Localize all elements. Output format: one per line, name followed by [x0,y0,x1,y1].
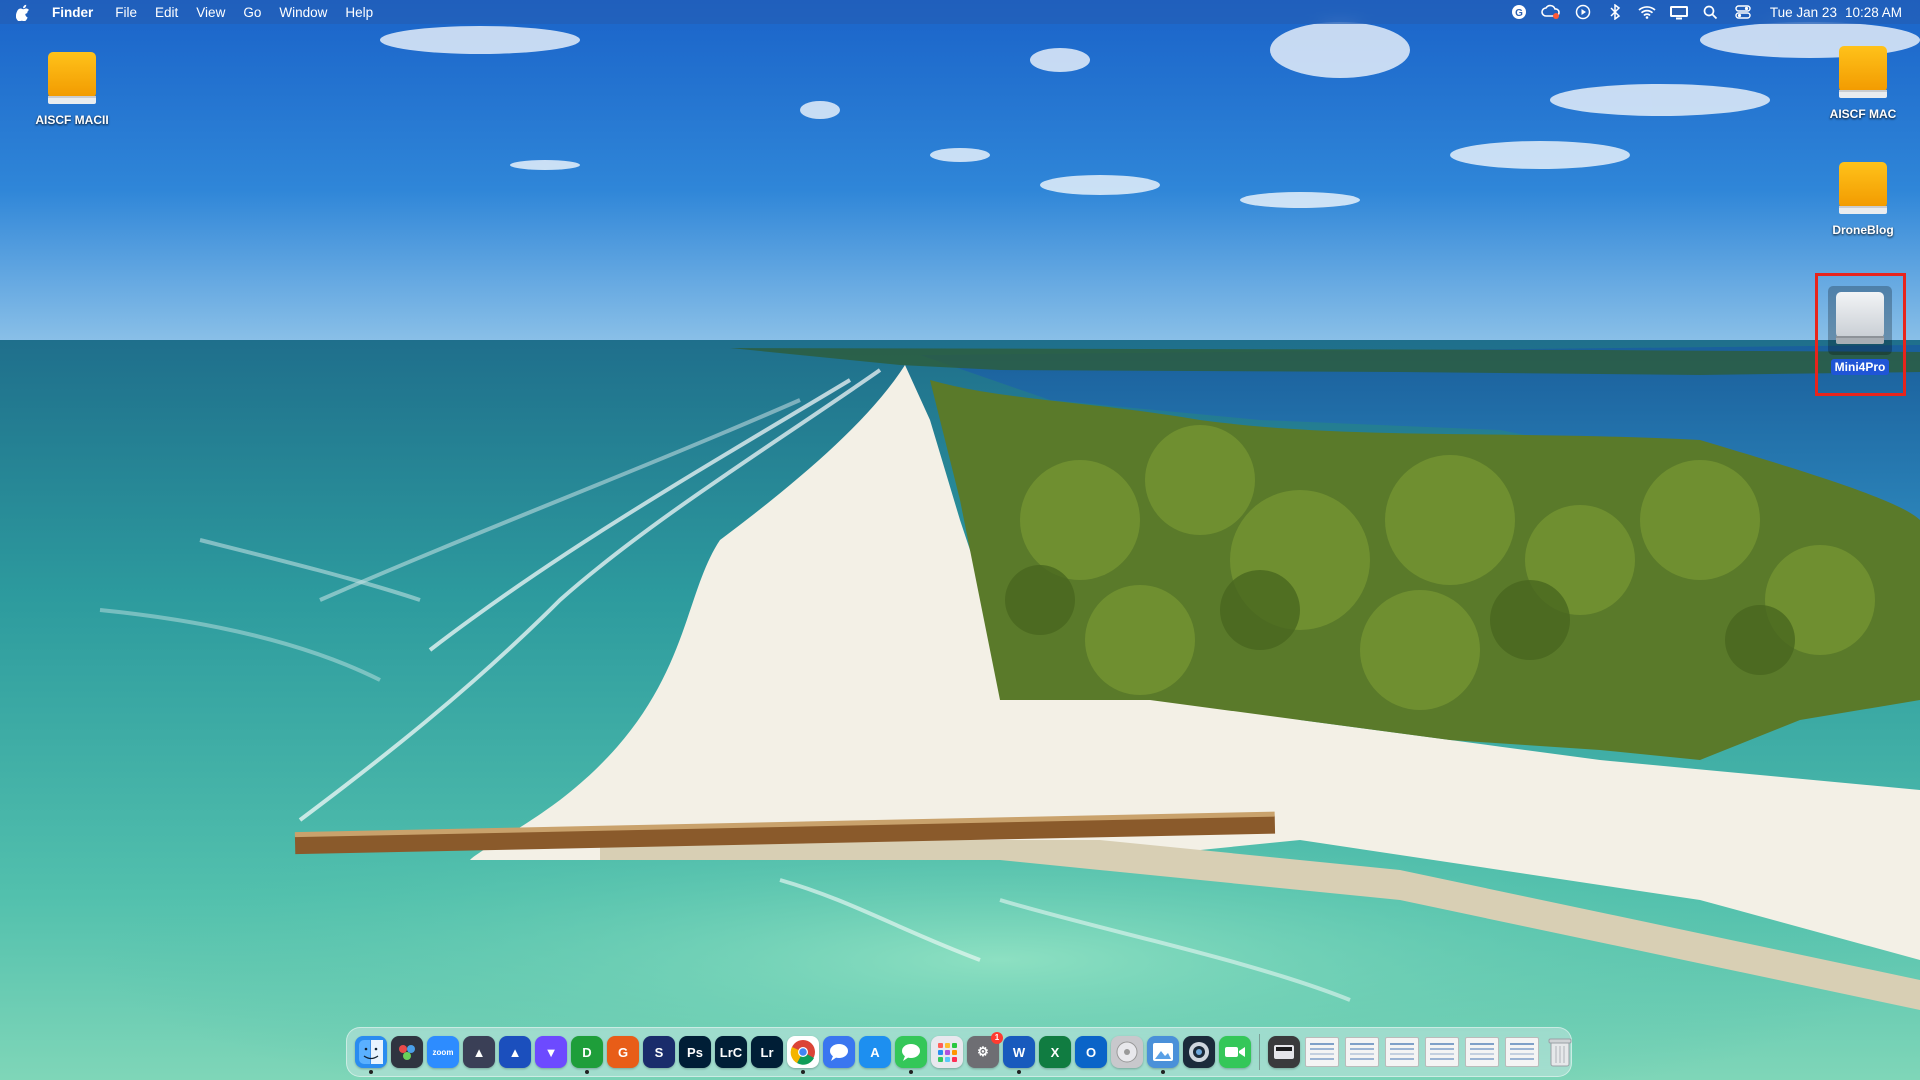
dock-chrome-icon[interactable] [787,1036,819,1074]
menu-app-finder[interactable]: Finder [52,5,93,20]
external-drive-icon [48,52,96,104]
external-drive-icon [1839,162,1887,214]
dock-recent-item[interactable] [1268,1036,1300,1068]
dock-disk-utility-icon[interactable] [1111,1036,1143,1068]
dock-excel-icon[interactable]: X [1039,1036,1071,1068]
desktop-drive-droneblog[interactable]: DroneBlog [1803,158,1920,238]
menu-window[interactable]: Window [279,5,327,20]
dock-document-thumbnail[interactable] [1345,1037,1379,1067]
dock-outlook-icon[interactable]: O [1075,1036,1107,1068]
desktop-icon-label: AISCF MACII [35,113,109,127]
menu-file[interactable]: File [115,5,137,20]
dock-davinci-resolve-icon[interactable] [391,1036,423,1068]
clock-date: Tue Jan 23 [1769,4,1837,20]
display-icon[interactable] [1668,3,1690,21]
dock-photoshop-icon[interactable]: Ps [679,1036,711,1068]
dock-apps: zoom ▲ ▲ ▼ D G S Ps LrC Lr A ⚙ 1 W X O [353,1032,1253,1074]
dock-document-thumbnail[interactable] [1505,1037,1539,1067]
control-center-icon[interactable] [1732,3,1754,21]
dock-system-settings-icon[interactable]: ⚙ 1 [967,1032,1003,1068]
menu-go[interactable]: Go [243,5,261,20]
trash-icon[interactable] [1544,1036,1576,1068]
dock-zoom-icon[interactable]: zoom [427,1036,459,1068]
dock-document-thumbnail[interactable] [1465,1037,1499,1067]
desktop-drive-aiscf-mac[interactable]: AISCF MAC [1803,42,1920,122]
creative-cloud-icon[interactable] [1540,3,1562,21]
dock-lightroom-icon[interactable]: Lr [751,1036,783,1068]
wifi-icon[interactable] [1636,3,1658,21]
running-indicator [369,1070,373,1074]
annotation-highlight-box [1815,273,1906,396]
menu-edit[interactable]: Edit [155,5,178,20]
dock-launchpad-icon[interactable] [931,1036,963,1068]
dock-signal-icon[interactable] [823,1036,855,1068]
spotlight-search-icon[interactable] [1700,3,1722,21]
desktop-icon-label: DroneBlog [1832,223,1894,237]
dock-messages-icon[interactable] [895,1036,927,1074]
menu-help[interactable]: Help [345,5,373,20]
dock-facetime-icon[interactable] [1219,1036,1251,1068]
dock-app-store-icon[interactable]: A [859,1036,891,1068]
dock-dxo-icon[interactable]: D [571,1036,603,1074]
dock-document-thumbnail[interactable] [1425,1037,1459,1067]
desktop-icon-label: AISCF MAC [1829,107,1897,121]
dock-word-icon[interactable]: W [1003,1036,1035,1074]
menu-view[interactable]: View [196,5,225,20]
running-indicator [801,1070,805,1074]
dock-gyroflow-icon[interactable]: G [607,1036,639,1068]
svg-text:G: G [1515,8,1523,19]
dock-lightroom-classic-icon[interactable]: LrC [715,1036,747,1068]
dock-proton-vpn-icon[interactable]: ▼ [535,1036,567,1068]
desktop-wallpaper [0,0,1920,1080]
apple-menu-icon[interactable] [16,3,34,21]
running-indicator [585,1070,589,1074]
menu-bar-clock[interactable]: Tue Jan 23 10:28 AM [1770,5,1902,20]
bluetooth-icon[interactable] [1604,3,1626,21]
dock-affinity-photo-triangle-icon[interactable]: ▲ [463,1036,495,1068]
dock-separator [1259,1034,1260,1070]
dock-document-thumbnail[interactable] [1385,1037,1419,1067]
dock-affinity-designer-icon[interactable]: ▲ [499,1036,531,1068]
external-drive-icon [1839,46,1887,98]
dock-document-thumbnail[interactable] [1305,1037,1339,1067]
running-indicator [1017,1070,1021,1074]
menu-bar: Finder File Edit View Go Window Help G T… [0,0,1920,24]
dock-preview-icon[interactable] [1147,1036,1179,1074]
running-indicator [1161,1070,1165,1074]
clock-time: 10:28 AM [1844,4,1902,20]
notification-badge: 1 [991,1032,1003,1044]
dock-finder-icon[interactable] [355,1036,387,1074]
running-indicator [909,1070,913,1074]
dock: zoom ▲ ▲ ▼ D G S Ps LrC Lr A ⚙ 1 W X O [346,1027,1572,1077]
grammarly-icon[interactable]: G [1508,3,1530,21]
dock-skylum-s-icon[interactable]: S [643,1036,675,1068]
play-circle-icon[interactable] [1572,3,1594,21]
desktop-drive-aiscf-macii[interactable]: AISCF MACII [12,48,132,128]
dock-quicktime-icon[interactable] [1183,1036,1215,1068]
